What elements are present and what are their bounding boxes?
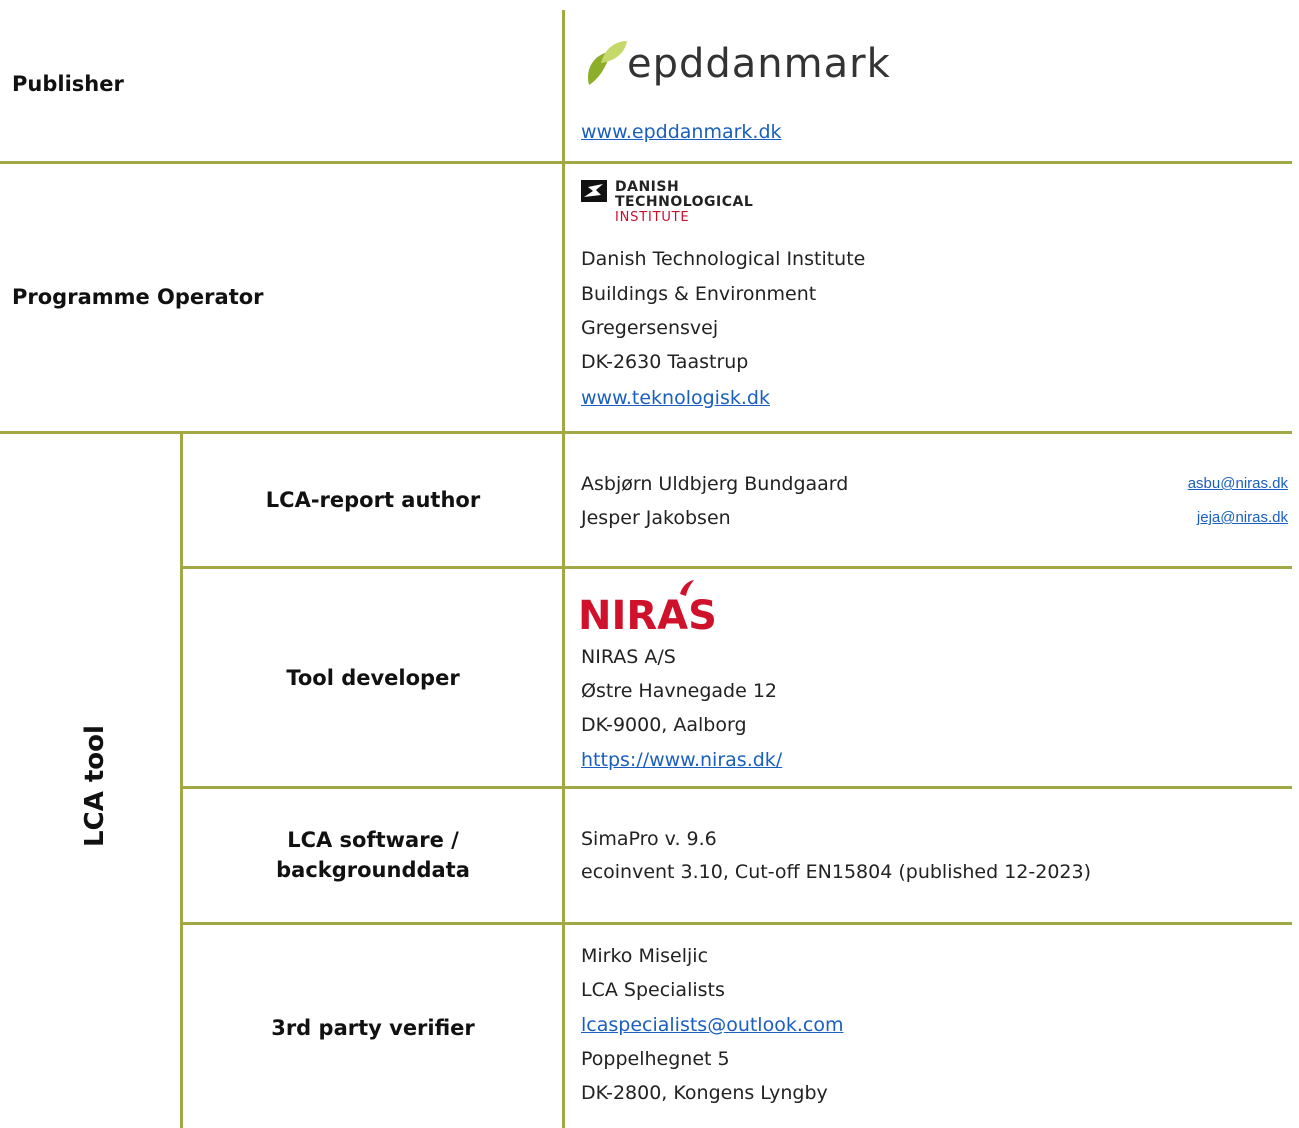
software-label-line1: LCA software / [287, 828, 459, 852]
programme-operator-label: Programme Operator [12, 285, 264, 309]
author-name: Jesper Jakobsen [581, 507, 731, 529]
dti-emblem-icon [581, 180, 607, 202]
row-divider [0, 431, 1292, 434]
software-label-line2: backgrounddata [276, 858, 470, 882]
verifier-company: LCA Specialists [581, 979, 725, 1001]
publisher-url-link[interactable]: www.epddanmark.dk [581, 121, 782, 143]
report-author-label: LCA-report author [265, 488, 481, 512]
software-line: ecoinvent 3.10, Cut-off EN15804 (publish… [581, 861, 1092, 883]
verifier-city: DK-2800, Kongens Lyngby [581, 1082, 828, 1104]
group-divider [180, 432, 183, 1128]
dti-logo-line: DANISH [615, 179, 680, 195]
row-divider [180, 922, 1292, 925]
dti-logo: DANISH TECHNOLOGICAL INSTITUTE [581, 180, 753, 234]
developer-url-link[interactable]: https://www.niras.dk/ [581, 749, 782, 771]
verifier-name: Mirko Miseljic [581, 945, 709, 967]
verifier-label: 3rd party verifier [271, 1016, 475, 1040]
verifier-email-link[interactable]: lcaspecialists@outlook.com [581, 1014, 843, 1036]
author-name: Asbjørn Uldbjerg Bundgaard [581, 473, 849, 495]
lca-tool-group-label: LCA tool [80, 725, 110, 847]
operator-url-link[interactable]: www.teknologisk.dk [581, 387, 770, 409]
dti-logo-line: INSTITUTE [615, 210, 690, 225]
publisher-label: Publisher [12, 72, 124, 96]
row-divider [180, 786, 1292, 789]
operator-address-line: Danish Technological Institute [581, 248, 866, 270]
niras-wordmark-icon: NIRAS [578, 580, 717, 639]
row-divider [0, 161, 1292, 164]
developer-address-line: DK-9000, Aalborg [581, 714, 747, 736]
developer-address-line: NIRAS A/S [581, 646, 676, 668]
operator-address-line: Buildings & Environment [581, 283, 817, 305]
software-line: SimaPro v. 9.6 [581, 828, 717, 850]
operator-address-line: Gregersensvej [581, 317, 719, 339]
column-divider [562, 10, 565, 1128]
tool-developer-label: Tool developer [286, 666, 460, 690]
epddanmark-wordmark: epddanmark [627, 41, 891, 87]
operator-address-line: DK-2630 Taastrup [581, 351, 749, 373]
epddanmark-logo: epddanmark [581, 36, 891, 92]
verifier-street: Poppelhegnet 5 [581, 1048, 730, 1070]
leaf-icon [587, 41, 627, 85]
dti-logo-line: TECHNOLOGICAL [615, 194, 754, 210]
author-email-link[interactable]: jeja@niras.dk [1197, 508, 1288, 528]
developer-address-line: Østre Havnegade 12 [581, 680, 778, 702]
niras-logo: NIRAS [578, 576, 748, 640]
author-email-link[interactable]: asbu@niras.dk [1188, 474, 1288, 494]
niras-logo-text: NIRAS [578, 593, 717, 636]
row-divider [180, 566, 1292, 569]
